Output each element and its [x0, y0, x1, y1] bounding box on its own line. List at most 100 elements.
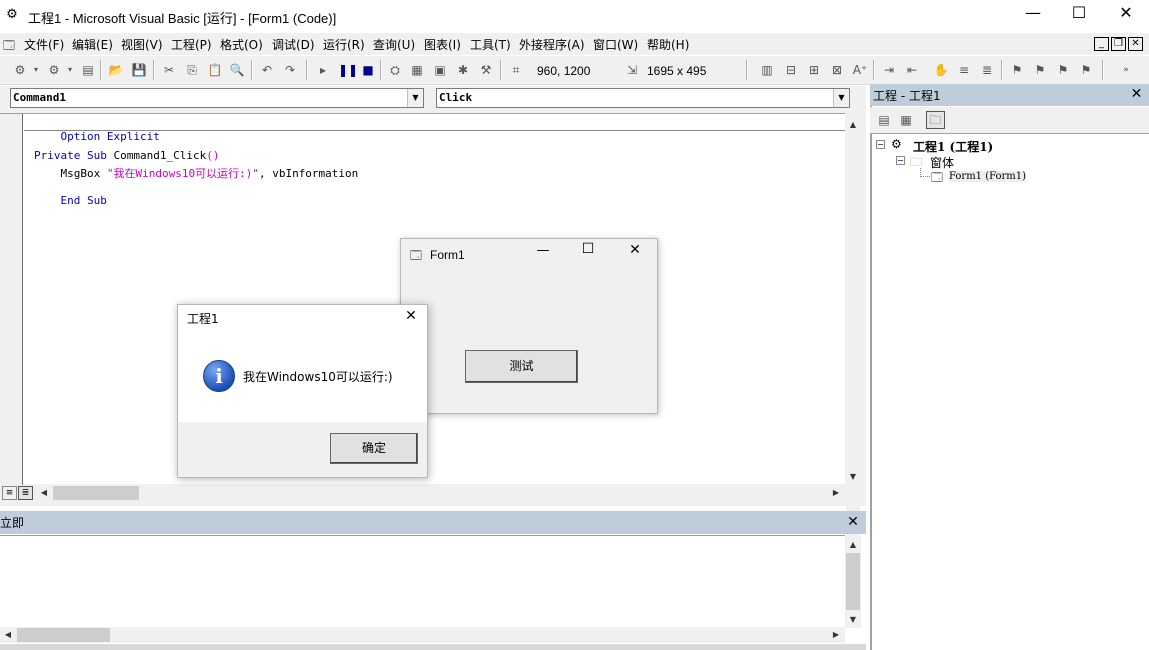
- menu-format[interactable]: 格式(O): [220, 36, 263, 53]
- toggle-folders-icon[interactable]: 🗀: [926, 111, 945, 129]
- close-icon[interactable]: ✕: [626, 242, 644, 258]
- make-same-size-icon[interactable]: ⊞: [806, 62, 822, 78]
- scroll-thumb[interactable]: [846, 553, 860, 610]
- scroll-right-icon[interactable]: ▶: [828, 485, 844, 501]
- code-line-msgbox: MsgBox "我在Windows10可以运行:)", vbInformatio…: [34, 167, 359, 180]
- add-project-icon[interactable]: ⚙: [12, 62, 28, 78]
- scroll-left-icon[interactable]: ◀: [36, 485, 52, 501]
- next-bookmark-icon[interactable]: ⚑: [1032, 62, 1048, 78]
- toolbar-overflow-icon[interactable]: »: [1118, 62, 1134, 78]
- mdi-restore-button[interactable]: ❐: [1111, 37, 1126, 51]
- form-layout-icon[interactable]: ▣: [432, 62, 448, 78]
- maximize-button[interactable]: ☐: [1056, 0, 1102, 30]
- menu-file[interactable]: 文件(F): [24, 36, 64, 53]
- break-icon[interactable]: ❚❚: [338, 62, 358, 78]
- scroll-up-icon[interactable]: ▲: [845, 117, 861, 133]
- add-project-dropdown-icon[interactable]: ▾: [32, 62, 40, 78]
- undo-icon[interactable]: ↶: [259, 62, 275, 78]
- horizontal-scroll-thumb[interactable]: [17, 628, 110, 642]
- view-object-icon[interactable]: ▦: [898, 112, 914, 128]
- outdent-icon[interactable]: ⇤: [904, 62, 920, 78]
- horizontal-scroll-thumb[interactable]: [53, 486, 139, 500]
- immediate-window[interactable]: [0, 535, 845, 627]
- add-form-dropdown-icon[interactable]: ▾: [66, 62, 74, 78]
- menu-run[interactable]: 运行(R): [323, 36, 365, 53]
- tree-form1[interactable]: Form1 (Form1): [949, 171, 1027, 182]
- properties-window-icon[interactable]: ▦: [409, 62, 425, 78]
- redo-icon[interactable]: ↷: [282, 62, 298, 78]
- previous-bookmark-icon[interactable]: ⚑: [1055, 62, 1071, 78]
- start-icon[interactable]: ▸: [315, 62, 331, 78]
- add-form-icon[interactable]: ⚙: [46, 62, 62, 78]
- code-window-icon[interactable]: 🗔: [3, 37, 15, 56]
- mdi-minimize-button[interactable]: _: [1094, 37, 1109, 51]
- scroll-left-icon[interactable]: ◀: [0, 627, 16, 643]
- menu-query[interactable]: 查询(U): [373, 36, 415, 53]
- ok-button[interactable]: 确定: [330, 433, 418, 464]
- scroll-down-icon[interactable]: ▼: [845, 469, 861, 485]
- indent-icon[interactable]: ⇥: [881, 62, 897, 78]
- toolbar-separator: [100, 60, 102, 80]
- menu-edit[interactable]: 编辑(E): [72, 36, 113, 53]
- maximize-icon[interactable]: ☐: [579, 241, 597, 257]
- find-icon[interactable]: 🔍: [229, 62, 245, 78]
- menu-project[interactable]: 工程(P): [171, 36, 212, 53]
- save-project-icon[interactable]: 💾: [131, 62, 147, 78]
- toggle-bookmark-icon[interactable]: ⚑: [1009, 62, 1025, 78]
- menu-view[interactable]: 视图(V): [121, 36, 163, 53]
- view-code-icon[interactable]: ▤: [876, 112, 892, 128]
- minimize-button[interactable]: —: [1010, 0, 1056, 30]
- form1-title-bar: 🗔 Form1 — ☐ ✕: [401, 239, 657, 269]
- message-box-button-area: 确定: [178, 422, 427, 477]
- mdi-close-button[interactable]: ✕: [1128, 37, 1143, 51]
- menu-tools[interactable]: 工具(T): [470, 36, 511, 53]
- end-icon[interactable]: ■: [360, 62, 376, 78]
- center-icon[interactable]: ⊟: [783, 62, 799, 78]
- full-module-view-icon[interactable]: ≣: [18, 486, 33, 500]
- align-icon[interactable]: ▥: [759, 62, 775, 78]
- scroll-up-icon[interactable]: ▲: [845, 537, 861, 553]
- menu-help[interactable]: 帮助(H): [647, 36, 689, 53]
- chevron-down-icon[interactable]: ▼: [833, 89, 849, 107]
- close-button[interactable]: ✕: [1103, 0, 1149, 30]
- cut-icon[interactable]: ✂: [161, 62, 177, 78]
- uncomment-block-icon[interactable]: ≣: [979, 62, 995, 78]
- toggle-breakpoint-icon[interactable]: ✋: [933, 62, 949, 78]
- menu-window[interactable]: 窗口(W): [593, 36, 638, 53]
- copy-icon[interactable]: ⎘: [184, 62, 200, 78]
- margin-indicator-bar[interactable]: [0, 114, 23, 485]
- tree-project-root[interactable]: 工程1 (工程1): [913, 138, 993, 155]
- object-browser-icon[interactable]: ✱: [455, 62, 471, 78]
- information-icon: i: [203, 360, 235, 392]
- immediate-horizontal-scrollbar[interactable]: ◀ ▶: [0, 627, 845, 643]
- collapse-icon[interactable]: −: [876, 140, 885, 149]
- menu-editor-icon[interactable]: ▤: [80, 62, 96, 78]
- menu-debug[interactable]: 调试(D): [272, 36, 315, 53]
- toolbar-separator: [153, 60, 155, 80]
- chevron-down-icon[interactable]: ▼: [407, 89, 423, 107]
- collapse-icon[interactable]: −: [896, 156, 905, 165]
- scroll-down-icon[interactable]: ▼: [845, 612, 861, 628]
- object-combo[interactable]: Command1 ▼: [10, 88, 424, 108]
- clear-bookmarks-icon[interactable]: ⚑: [1078, 62, 1094, 78]
- code-vertical-scrollbar[interactable]: ▲ ▼: [845, 114, 861, 578]
- font-size-icon[interactable]: A⁺: [852, 62, 868, 78]
- menu-diagram[interactable]: 图表(I): [424, 36, 461, 53]
- open-project-icon[interactable]: 📂: [108, 62, 124, 78]
- test-button[interactable]: 测试: [465, 350, 578, 383]
- toolbox-icon[interactable]: ⚒: [478, 62, 494, 78]
- close-icon[interactable]: ✕: [402, 308, 420, 324]
- procedure-combo[interactable]: Click ▼: [436, 88, 850, 108]
- scroll-right-icon[interactable]: ▶: [828, 627, 844, 643]
- menu-addins[interactable]: 外接程序(A): [519, 36, 585, 53]
- size-to-grid-icon[interactable]: ⊠: [829, 62, 845, 78]
- minimize-icon[interactable]: —: [534, 243, 552, 258]
- project-explorer-icon[interactable]: ⛭: [387, 62, 403, 78]
- procedure-view-icon[interactable]: ≡: [2, 486, 17, 500]
- close-icon[interactable]: ✕: [1128, 86, 1145, 103]
- tree-line: [920, 176, 930, 177]
- close-icon[interactable]: ✕: [845, 514, 861, 530]
- immediate-vertical-scrollbar[interactable]: ▲ ▼: [845, 536, 861, 628]
- paste-icon[interactable]: 📋: [207, 62, 223, 78]
- comment-block-icon[interactable]: ≡: [956, 62, 972, 78]
